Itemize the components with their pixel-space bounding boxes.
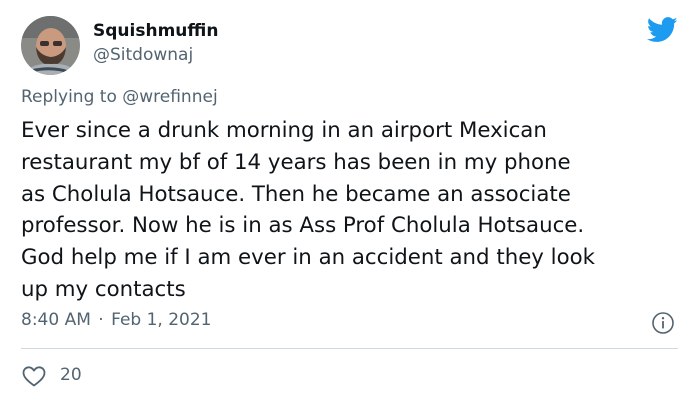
like-count: 20 [60, 365, 82, 385]
reply-mention-link[interactable]: @wrefinnej [122, 87, 217, 107]
info-icon[interactable] [651, 311, 675, 335]
tweet-card: Squishmuffin @Sitdownaj Replying to @wre… [0, 0, 700, 402]
author-display-name[interactable]: Squishmuffin [93, 21, 218, 41]
divider [21, 348, 678, 349]
tweet-text-line: God help me if I am ever in an accident … [21, 245, 595, 271]
meta-separator: · [98, 310, 104, 330]
tweet-text-line: Ever since a drunk morning in an airport… [21, 118, 547, 143]
reply-context: Replying to @wrefinnej [21, 87, 218, 107]
twitter-bird-icon[interactable] [646, 17, 678, 43]
tweet-text-line: professor. Now he is in as Ass Prof Chol… [21, 213, 585, 239]
tweet-time: 8:40 AM [21, 310, 91, 330]
heart-icon[interactable] [21, 364, 47, 388]
tweet-text-line: as Cholula Hotsauce. Then he became an a… [21, 181, 571, 207]
avatar[interactable] [21, 16, 80, 75]
tweet-text: Ever since a drunk morning in an airport… [21, 115, 686, 306]
tweet-text-line: restaurant my bf of 14 years has been in… [21, 149, 571, 175]
profile-photo-icon [21, 16, 80, 75]
tweet-date: Feb 1, 2021 [111, 310, 212, 330]
tweet-text-line: up my contacts [21, 276, 186, 302]
reply-prefix: Replying to [21, 87, 117, 107]
author-handle[interactable]: @Sitdownaj [93, 45, 193, 65]
tweet-timestamp[interactable]: 8:40 AM · Feb 1, 2021 [21, 310, 212, 330]
